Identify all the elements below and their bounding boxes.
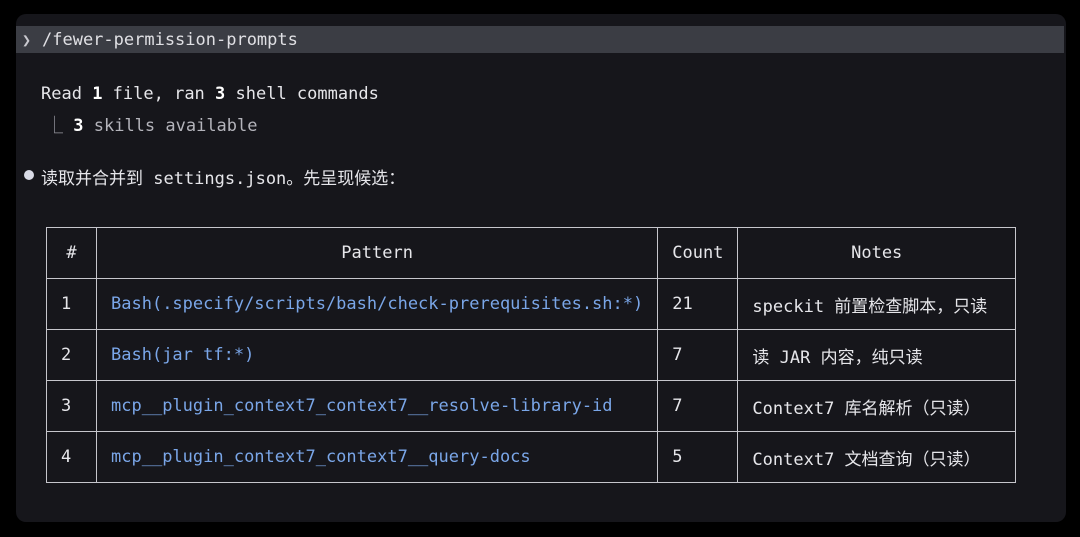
column-header-notes: Notes xyxy=(737,227,1016,279)
row-notes: 读 JAR 内容，纯只读 xyxy=(737,329,1016,381)
table-row: 1 Bash(.specify/scripts/bash/check-prere… xyxy=(45,278,1016,330)
row-pattern: mcp__plugin_context7_context7__query-doc… xyxy=(96,431,659,483)
row-notes: speckit 前置检查脚本，只读 xyxy=(737,278,1016,330)
row-count: 7 xyxy=(657,380,739,432)
summary-mid: file, ran xyxy=(102,84,216,104)
assistant-message: 读取并合并到 settings.json。先呈现候选： xyxy=(41,169,406,189)
table-row: 3 mcp__plugin_context7_context7__resolve… xyxy=(45,380,1016,432)
summary-prefix: Read xyxy=(41,84,93,104)
row-number: 4 xyxy=(45,431,98,483)
table-row: 2 Bash(jar tf:*) 7 读 JAR 内容，纯只读 xyxy=(45,329,1016,381)
row-pattern: Bash(jar tf:*) xyxy=(96,329,659,381)
tree-branch-icon: ⎿ xyxy=(46,116,63,136)
row-pattern: Bash(.specify/scripts/bash/check-prerequ… xyxy=(96,278,659,330)
row-number: 3 xyxy=(45,380,98,432)
summary-suffix: shell commands xyxy=(225,84,379,104)
row-number: 2 xyxy=(45,329,98,381)
row-count: 21 xyxy=(657,278,739,330)
row-notes: Context7 文档查询（只读） xyxy=(737,431,1016,483)
prompt-chevron-icon: ❯ xyxy=(22,30,32,49)
row-pattern: mcp__plugin_context7_context7__resolve-l… xyxy=(96,380,659,432)
row-count: 7 xyxy=(657,329,739,381)
tool-summary: Read 1 file, ran 3 shell commands xyxy=(41,84,379,104)
table-row: 4 mcp__plugin_context7_context7__query-d… xyxy=(45,431,1016,483)
terminal-window: ❯ /fewer-permission-prompts Read 1 file,… xyxy=(16,14,1066,522)
skills-count: 3 xyxy=(73,116,84,136)
column-header-pattern: Pattern xyxy=(96,227,659,279)
shell-count: 3 xyxy=(215,84,226,104)
row-number: 1 xyxy=(45,278,98,330)
message-bullet-icon xyxy=(24,170,34,180)
row-count: 5 xyxy=(657,431,739,483)
column-header-number: # xyxy=(45,227,98,279)
permissions-table: # Pattern Count Notes 1 Bash(.specify/sc… xyxy=(45,227,1016,483)
files-count: 1 xyxy=(92,84,103,104)
column-header-count: Count xyxy=(657,227,739,279)
row-notes: Context7 库名解析（只读） xyxy=(737,380,1016,432)
table-header-row: # Pattern Count Notes xyxy=(45,227,1016,279)
skills-line: ⎿ 3 skills available xyxy=(46,111,258,136)
prompt-line[interactable]: ❯ /fewer-permission-prompts xyxy=(16,26,1064,53)
skills-label: skills available xyxy=(83,116,258,136)
prompt-command: /fewer-permission-prompts xyxy=(42,29,298,50)
